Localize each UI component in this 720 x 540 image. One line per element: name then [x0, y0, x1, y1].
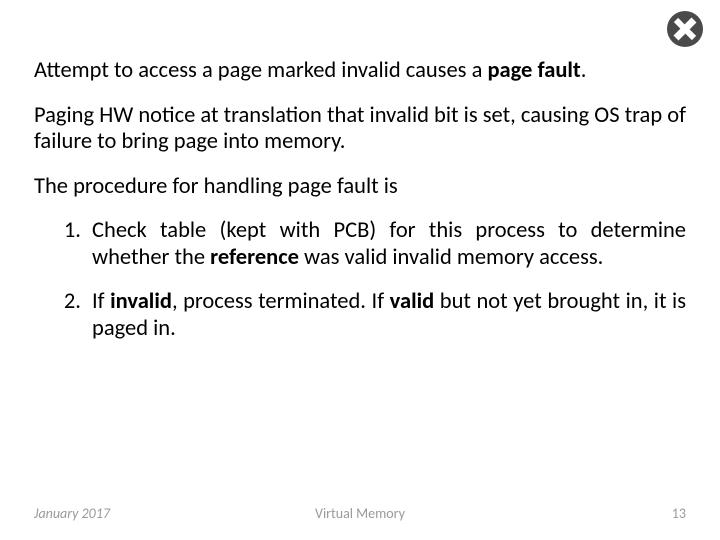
procedure-list: Check table (kept with PCB) for this pro…	[34, 218, 686, 342]
text: If	[92, 288, 110, 315]
slide: Attempt to access a page marked invalid …	[0, 0, 720, 540]
text: was valid invalid memory access.	[299, 244, 603, 271]
text: .	[581, 57, 587, 84]
slide-body: Attempt to access a page marked invalid …	[34, 58, 686, 360]
paragraph-2: Paging HW notice at translation that inv…	[34, 103, 686, 156]
list-item: If invalid, process terminated. If valid…	[86, 289, 686, 342]
text: , process terminated. If	[172, 288, 390, 315]
text: Attempt to access a page marked invalid …	[34, 57, 487, 84]
footer-title: Virtual Memory	[34, 505, 686, 522]
term-invalid: invalid	[110, 288, 172, 315]
term-page-fault: page fault	[487, 57, 580, 84]
term-reference: reference	[210, 244, 299, 271]
institution-logo-icon	[662, 6, 708, 52]
slide-footer: January 2017 Virtual Memory 13	[34, 505, 686, 522]
paragraph-1: Attempt to access a page marked invalid …	[34, 58, 686, 85]
list-item: Check table (kept with PCB) for this pro…	[86, 218, 686, 271]
paragraph-3: The procedure for handling page fault is	[34, 174, 686, 201]
term-valid: valid	[390, 288, 435, 315]
